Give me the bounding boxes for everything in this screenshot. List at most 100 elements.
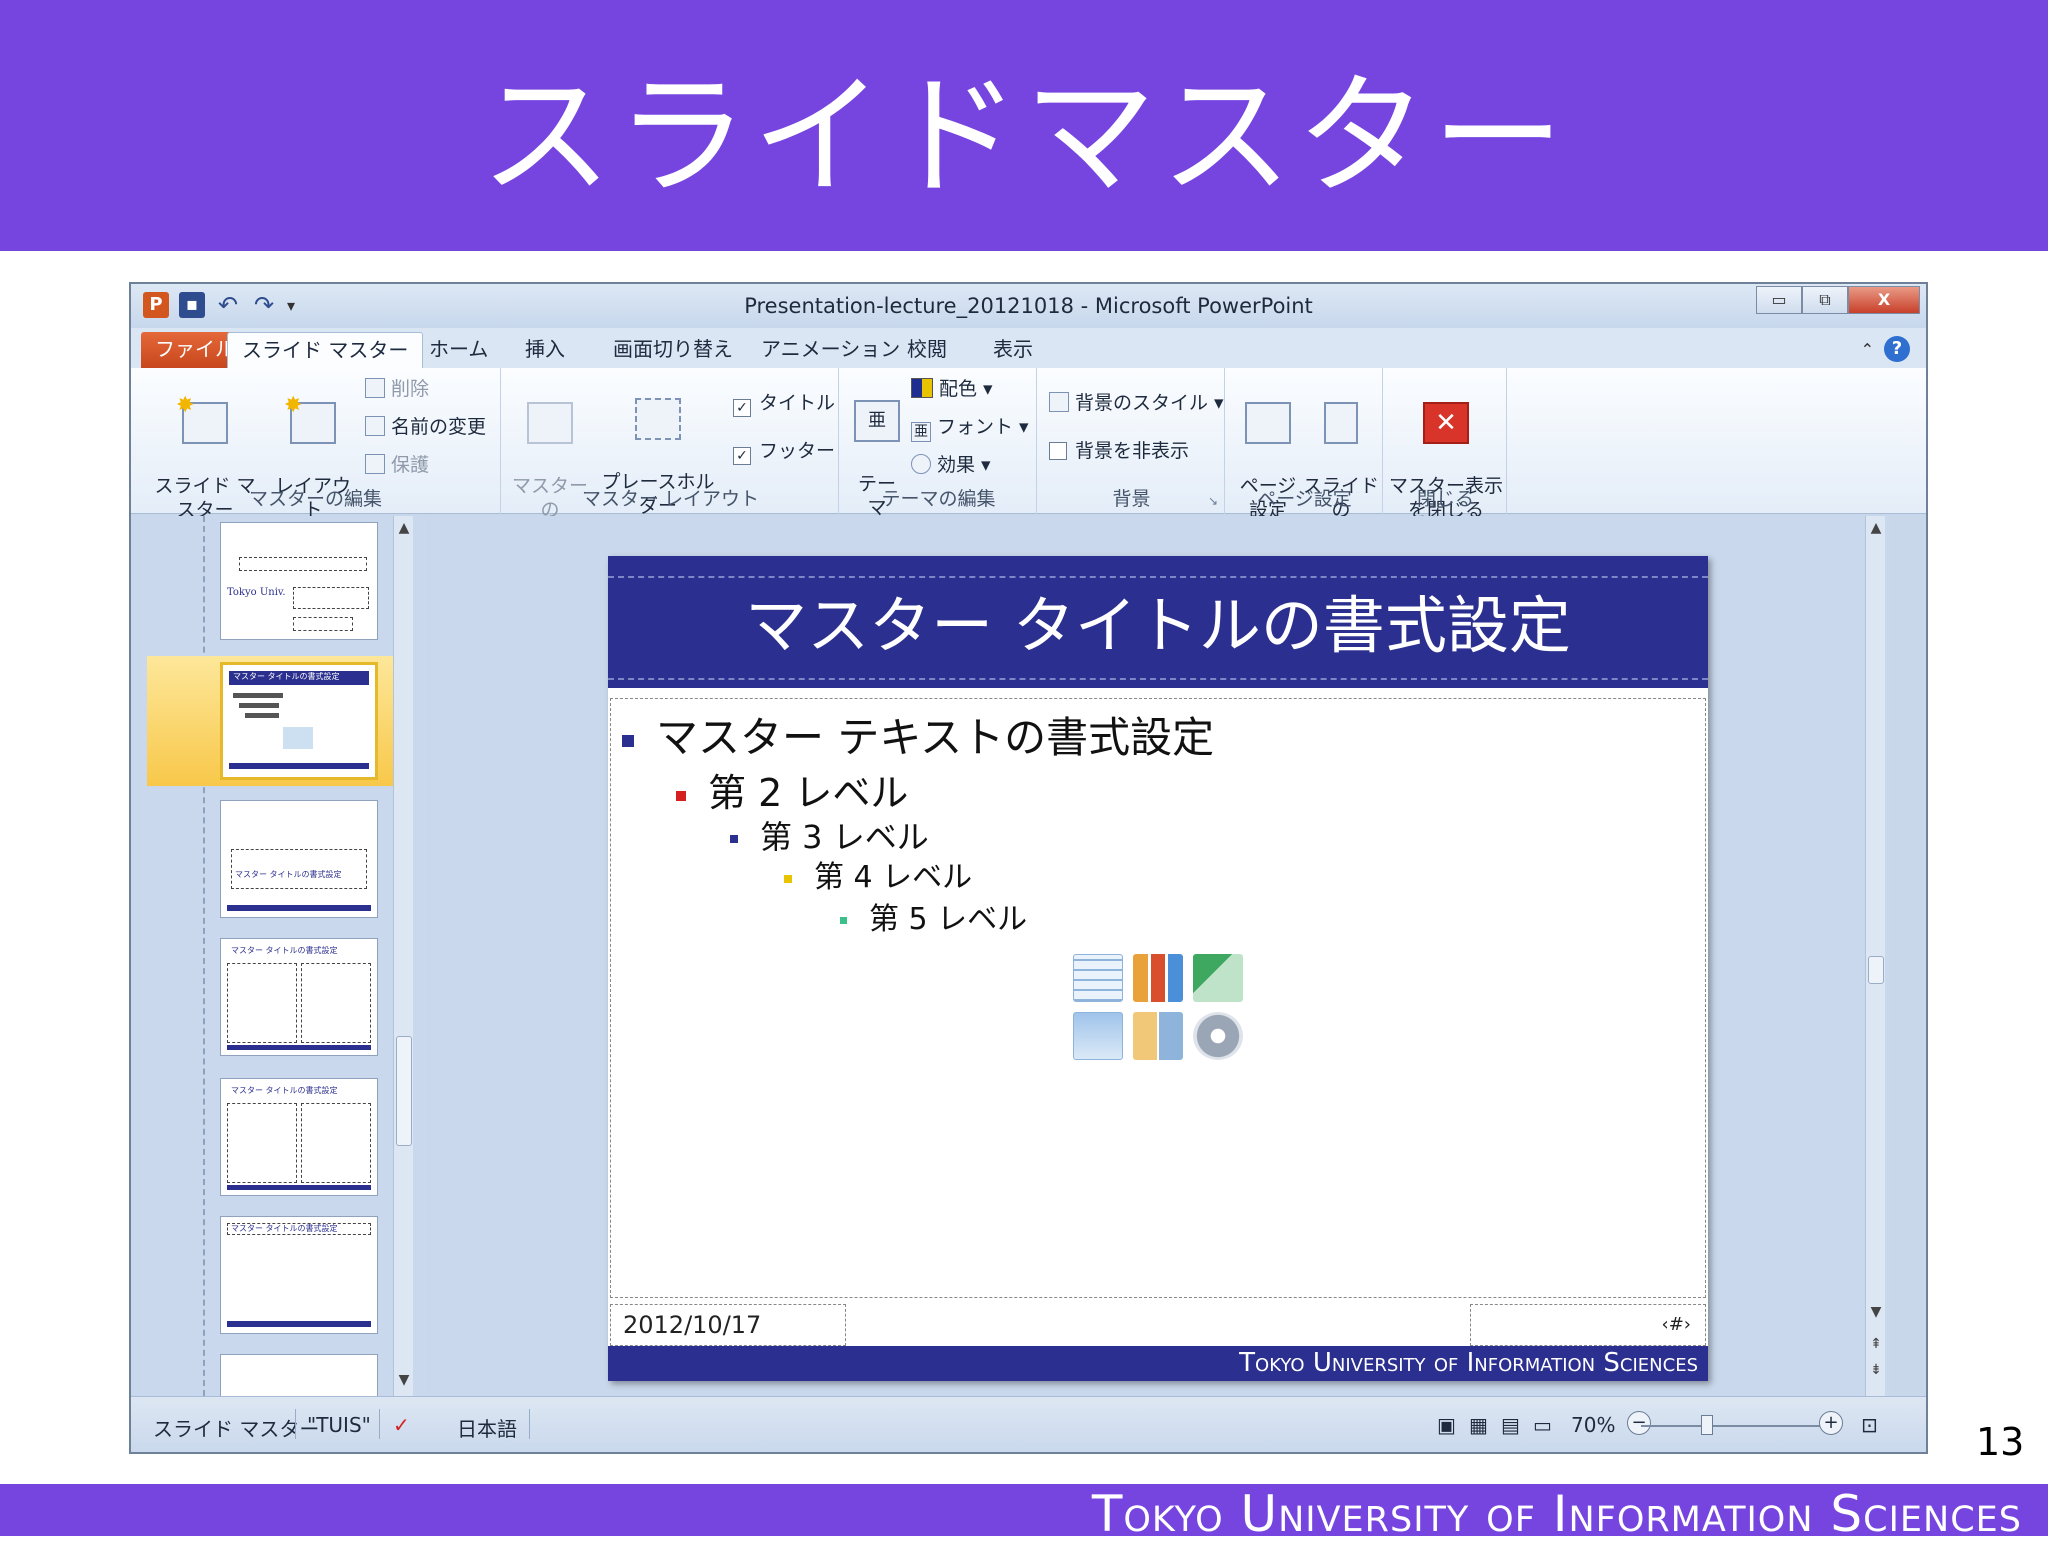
spellcheck-icon[interactable]: ✓	[393, 1413, 410, 1437]
thumb-placeholder	[227, 1223, 371, 1235]
thumb-footer-bar	[227, 1321, 371, 1327]
background-dialog-launcher-icon[interactable]: ↘	[1208, 494, 1218, 508]
rename-button[interactable]: 名前の変更	[365, 414, 486, 440]
thumb-placeholder	[293, 617, 353, 631]
tab-review[interactable]: 校閲	[893, 332, 961, 368]
thumb-logo-text: Tokyo Univ.	[227, 587, 286, 598]
zoom-slider[interactable]	[1641, 1425, 1821, 1427]
hide-background-checkbox[interactable]: 背景を非表示	[1049, 438, 1189, 464]
thumb-placeholder	[301, 1103, 371, 1183]
insert-placeholder-icon	[635, 398, 681, 440]
thumbnail-pane: Tokyo Univ. マスター タイトルの書式設定 マスター タイトルの書式設…	[131, 516, 427, 1396]
normal-view-icon[interactable]: ▣	[1437, 1413, 1456, 1437]
status-theme-name: "TUIS"	[307, 1413, 371, 1437]
status-separator	[379, 1409, 380, 1439]
previous-slide-icon[interactable]: ⇞	[1866, 1336, 1886, 1352]
status-bar: スライド マスター "TUIS" ✓ 日本語 ▣ ▦ ▤ ▭ 70% − + ⊡	[131, 1396, 1926, 1452]
group-label-master-layout: マスター レイアウト	[581, 488, 760, 510]
scroll-down-arrow-icon[interactable]: ▼	[394, 1372, 414, 1388]
slideshow-icon[interactable]: ▭	[1533, 1413, 1552, 1437]
slide-orientation-icon	[1324, 402, 1358, 444]
thumb-text-line	[233, 693, 283, 698]
reading-view-icon[interactable]: ▤	[1501, 1413, 1520, 1437]
thumbnail-comparison-layout[interactable]: マスター タイトルの書式設定	[220, 1078, 378, 1196]
thumb-footer-bar	[229, 763, 369, 769]
thumbnail-title-layout[interactable]: Tokyo Univ.	[220, 522, 378, 640]
title-check-icon: ✓	[733, 399, 751, 417]
insert-picture-icon[interactable]	[1073, 1012, 1123, 1060]
help-icon[interactable]: ?	[1884, 336, 1910, 362]
level-2-bullet-icon	[676, 790, 686, 801]
slide-sorter-icon[interactable]: ▦	[1469, 1413, 1488, 1437]
level-4-text: 第 4 レベル	[784, 852, 972, 896]
slide-number-placeholder[interactable]: ‹#›	[1470, 1304, 1706, 1346]
fonts-button[interactable]: 亜フォント ▾	[911, 414, 1029, 442]
colors-button[interactable]: 配色 ▾	[911, 376, 993, 402]
footer-checkbox[interactable]: ✓ フッター	[733, 438, 835, 465]
delete-button[interactable]: 削除	[365, 376, 429, 402]
scroll-up-arrow-icon[interactable]: ▲	[394, 520, 414, 536]
thumb-placeholder	[227, 963, 297, 1043]
group-master-layout: マスターの レイアウト プレースホルダー の挿入 ▾ ✓タイトル ✓フッター マ…	[503, 368, 839, 569]
level-4-bullet-icon	[784, 874, 792, 883]
canvas-scroll-up-icon[interactable]: ▲	[1866, 520, 1886, 536]
background-styles-button[interactable]: 背景のスタイル ▾	[1049, 390, 1224, 416]
thumb-placeholder	[227, 1103, 297, 1183]
zoom-out-icon[interactable]: −	[1627, 1411, 1651, 1435]
tab-insert[interactable]: 挿入	[511, 332, 579, 368]
canvas-scroll-down-icon[interactable]: ▼	[1866, 1304, 1886, 1320]
thumbnail-scrollbar[interactable]: ▲ ▼	[393, 516, 413, 1396]
master-footer-text: Tokyo University of Information Sciences	[1239, 1348, 1698, 1378]
tab-view[interactable]: 表示	[979, 332, 1047, 368]
insert-table-icon[interactable]	[1073, 954, 1123, 1002]
effects-icon	[911, 454, 931, 474]
canvas-scrollbar[interactable]: ▲ ▼ ⇞ ⇟	[1865, 516, 1885, 1396]
zoom-level[interactable]: 70%	[1571, 1413, 1615, 1437]
thumb-placeholder	[301, 963, 371, 1043]
zoom-slider-knob[interactable]	[1701, 1415, 1713, 1435]
effects-button[interactable]: 効果 ▾	[911, 452, 991, 478]
minimize-button[interactable]: ▭	[1756, 286, 1802, 314]
rename-icon	[365, 416, 385, 436]
tab-slide-master[interactable]: スライド マスター	[227, 332, 424, 368]
canvas-scroll-thumb[interactable]	[1868, 956, 1884, 984]
zoom-in-icon[interactable]: +	[1819, 1411, 1843, 1435]
fit-to-window-icon[interactable]: ⊡	[1861, 1413, 1878, 1437]
insert-media-icon[interactable]	[1193, 1012, 1243, 1060]
thumbnail-slide-master[interactable]: マスター タイトルの書式設定	[220, 662, 378, 780]
status-separator	[295, 1409, 296, 1439]
thumbnail-title-only-layout[interactable]: マスター タイトルの書式設定	[220, 1216, 378, 1334]
title-checkbox[interactable]: ✓ タイトル	[733, 390, 835, 417]
preserve-button[interactable]: 保護	[365, 452, 429, 478]
restore-button[interactable]: ⧉	[1802, 286, 1848, 314]
thumbnail-partial[interactable]	[220, 1354, 378, 1396]
group-background: 背景のスタイル ▾ 背景を非表示 背景 ↘	[1039, 368, 1225, 514]
slide-canvas: マスター タイトルの書式設定 マスター テキストの書式設定 第 2 レベル 第 …	[431, 516, 1889, 1396]
thumbnail-section-layout[interactable]: マスター タイトルの書式設定	[220, 800, 378, 918]
close-master-icon: ✕	[1423, 402, 1469, 444]
thumb-title: マスター タイトルの書式設定	[231, 1086, 338, 1095]
window-controls: ▭ ⧉ X	[1756, 286, 1920, 314]
thumb-footer-bar	[227, 1185, 371, 1190]
powerpoint-window: P ▪ ↶ ↷ ▾ Presentation-lecture_20121018 …	[129, 282, 1928, 1454]
level-5-text: 第 5 レベル	[840, 894, 1027, 938]
date-placeholder[interactable]: 2012/10/17	[610, 1304, 846, 1346]
insert-clipart-icon[interactable]	[1133, 1012, 1183, 1060]
tab-home[interactable]: ホーム	[415, 332, 502, 368]
next-slide-icon[interactable]: ⇟	[1866, 1362, 1886, 1378]
status-separator	[529, 1409, 530, 1439]
status-language[interactable]: 日本語	[457, 1413, 517, 1442]
tab-animations[interactable]: アニメーション	[747, 332, 914, 368]
tab-transitions[interactable]: 画面切り替え	[599, 332, 747, 368]
thumbnail-scroll-thumb[interactable]	[396, 1036, 412, 1146]
insert-chart-icon[interactable]	[1133, 954, 1183, 1002]
thumb-content-icons	[283, 727, 313, 749]
delete-icon	[365, 378, 385, 398]
insert-smartart-icon[interactable]	[1193, 954, 1243, 1002]
thumbnail-two-content-layout[interactable]: マスター タイトルの書式設定	[220, 938, 378, 1056]
close-button[interactable]: X	[1848, 286, 1920, 314]
group-close: ✕ マスター表示 を閉じる 閉じる	[1385, 368, 1507, 521]
master-title-placeholder[interactable]: マスター タイトルの書式設定	[608, 586, 1708, 666]
minimize-ribbon-icon[interactable]: ⌃	[1861, 340, 1874, 359]
page-setup-icon	[1245, 402, 1291, 444]
